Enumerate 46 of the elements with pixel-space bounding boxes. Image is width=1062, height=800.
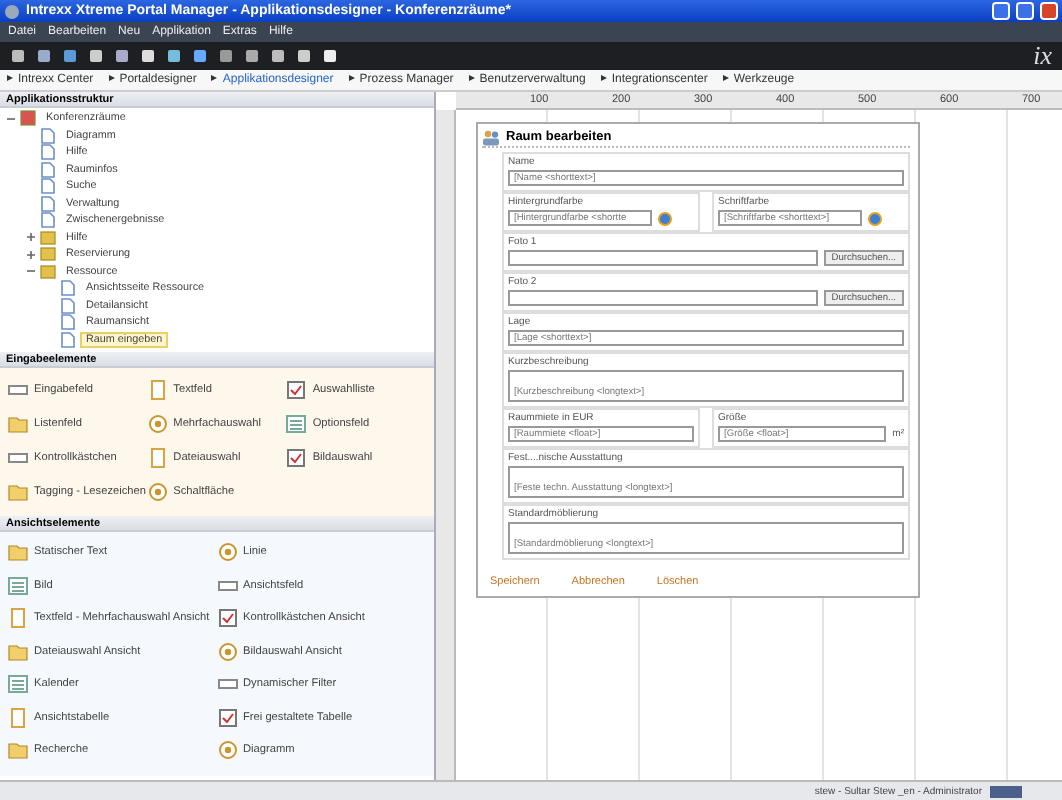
field-icon — [8, 447, 28, 467]
people-icon — [482, 129, 500, 145]
folder-icon — [8, 641, 28, 662]
page-icon — [8, 608, 28, 629]
page-icon — [147, 379, 168, 399]
radio-icon — [217, 641, 237, 662]
app-icon — [4, 3, 20, 19]
arrow-icon — [599, 74, 608, 82]
folder-icon — [8, 542, 28, 563]
checkbox-icon — [217, 707, 237, 728]
arrow-icon — [107, 74, 116, 82]
checkbox-icon — [217, 608, 237, 629]
minimize-button[interactable] — [992, 2, 1010, 20]
page-icon — [147, 447, 168, 467]
logo: ix — [1033, 40, 1052, 72]
list-icon — [8, 674, 28, 695]
arrow-icon — [467, 74, 476, 82]
list-icon — [8, 575, 28, 596]
arrow-icon — [6, 74, 14, 82]
radio-icon — [147, 481, 168, 501]
expand-icon[interactable] — [26, 249, 36, 260]
collapse-icon[interactable] — [26, 266, 36, 277]
expand-icon[interactable] — [26, 232, 36, 243]
file-field[interactable] — [508, 290, 818, 306]
radio-icon — [217, 542, 237, 563]
checkbox-icon — [286, 447, 307, 467]
arrow-icon — [210, 74, 219, 82]
color-picker-icon[interactable] — [658, 211, 672, 225]
arrow-icon — [721, 74, 730, 82]
status-indicator — [990, 785, 1022, 797]
arrow-icon — [347, 74, 356, 82]
application-icon — [20, 110, 36, 127]
checkbox-icon — [286, 379, 307, 399]
collapse-icon[interactable] — [6, 113, 16, 124]
page-icon — [8, 707, 28, 728]
file-field[interactable] — [508, 250, 818, 266]
radio-icon — [147, 413, 168, 433]
folder-icon — [8, 413, 28, 433]
close-button[interactable] — [1040, 2, 1058, 20]
folder-icon — [8, 481, 28, 501]
radio-icon — [217, 740, 237, 761]
folder-icon — [8, 740, 28, 761]
maximize-button[interactable] — [1016, 2, 1034, 20]
color-picker-icon[interactable] — [868, 211, 882, 225]
list-icon — [286, 413, 307, 433]
field-icon — [8, 379, 28, 399]
